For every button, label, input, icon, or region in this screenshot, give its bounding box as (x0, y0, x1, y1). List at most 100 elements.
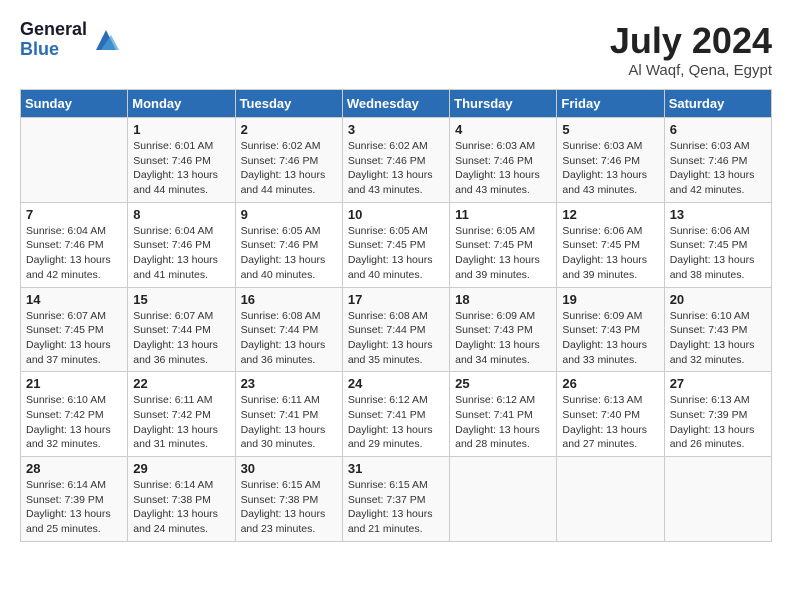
calendar-week-row: 28 Sunrise: 6:14 AM Sunset: 7:39 PM Dayl… (21, 457, 772, 542)
logo-icon (91, 25, 121, 55)
weekday-header: Tuesday (235, 90, 342, 118)
calendar-cell: 10 Sunrise: 6:05 AM Sunset: 7:45 PM Dayl… (342, 202, 449, 287)
day-info: Sunrise: 6:10 AM Sunset: 7:42 PM Dayligh… (26, 393, 122, 452)
logo: General Blue (20, 20, 121, 60)
calendar-cell: 20 Sunrise: 6:10 AM Sunset: 7:43 PM Dayl… (664, 287, 771, 372)
day-number: 16 (241, 292, 337, 307)
calendar-cell (557, 457, 664, 542)
day-info: Sunrise: 6:05 AM Sunset: 7:45 PM Dayligh… (348, 224, 444, 283)
day-number: 24 (348, 376, 444, 391)
day-info: Sunrise: 6:06 AM Sunset: 7:45 PM Dayligh… (562, 224, 658, 283)
day-info: Sunrise: 6:04 AM Sunset: 7:46 PM Dayligh… (26, 224, 122, 283)
day-info: Sunrise: 6:02 AM Sunset: 7:46 PM Dayligh… (241, 139, 337, 198)
day-number: 22 (133, 376, 229, 391)
day-number: 11 (455, 207, 551, 222)
calendar-cell: 19 Sunrise: 6:09 AM Sunset: 7:43 PM Dayl… (557, 287, 664, 372)
day-info: Sunrise: 6:07 AM Sunset: 7:44 PM Dayligh… (133, 309, 229, 368)
calendar-cell: 27 Sunrise: 6:13 AM Sunset: 7:39 PM Dayl… (664, 372, 771, 457)
day-number: 20 (670, 292, 766, 307)
page-header: General Blue July 2024 Al Waqf, Qena, Eg… (20, 20, 772, 79)
location: Al Waqf, Qena, Egypt (610, 62, 772, 79)
calendar-cell: 23 Sunrise: 6:11 AM Sunset: 7:41 PM Dayl… (235, 372, 342, 457)
day-info: Sunrise: 6:12 AM Sunset: 7:41 PM Dayligh… (348, 393, 444, 452)
calendar-cell: 21 Sunrise: 6:10 AM Sunset: 7:42 PM Dayl… (21, 372, 128, 457)
calendar-cell: 5 Sunrise: 6:03 AM Sunset: 7:46 PM Dayli… (557, 118, 664, 203)
day-number: 15 (133, 292, 229, 307)
title-section: July 2024 Al Waqf, Qena, Egypt (610, 20, 772, 79)
day-number: 4 (455, 122, 551, 137)
day-info: Sunrise: 6:11 AM Sunset: 7:42 PM Dayligh… (133, 393, 229, 452)
day-number: 10 (348, 207, 444, 222)
calendar-week-row: 7 Sunrise: 6:04 AM Sunset: 7:46 PM Dayli… (21, 202, 772, 287)
day-number: 1 (133, 122, 229, 137)
day-info: Sunrise: 6:02 AM Sunset: 7:46 PM Dayligh… (348, 139, 444, 198)
weekday-header: Monday (128, 90, 235, 118)
day-number: 23 (241, 376, 337, 391)
logo-blue: Blue (20, 40, 87, 60)
day-number: 17 (348, 292, 444, 307)
day-number: 2 (241, 122, 337, 137)
day-info: Sunrise: 6:05 AM Sunset: 7:46 PM Dayligh… (241, 224, 337, 283)
weekday-header: Friday (557, 90, 664, 118)
weekday-header: Thursday (450, 90, 557, 118)
day-number: 8 (133, 207, 229, 222)
day-number: 6 (670, 122, 766, 137)
weekday-header: Sunday (21, 90, 128, 118)
day-number: 18 (455, 292, 551, 307)
day-number: 27 (670, 376, 766, 391)
logo-text: General Blue (20, 20, 87, 60)
day-number: 13 (670, 207, 766, 222)
calendar-cell: 11 Sunrise: 6:05 AM Sunset: 7:45 PM Dayl… (450, 202, 557, 287)
calendar-cell: 16 Sunrise: 6:08 AM Sunset: 7:44 PM Dayl… (235, 287, 342, 372)
calendar-cell: 15 Sunrise: 6:07 AM Sunset: 7:44 PM Dayl… (128, 287, 235, 372)
calendar-cell: 9 Sunrise: 6:05 AM Sunset: 7:46 PM Dayli… (235, 202, 342, 287)
day-info: Sunrise: 6:15 AM Sunset: 7:37 PM Dayligh… (348, 478, 444, 537)
calendar-cell: 26 Sunrise: 6:13 AM Sunset: 7:40 PM Dayl… (557, 372, 664, 457)
day-number: 26 (562, 376, 658, 391)
day-info: Sunrise: 6:03 AM Sunset: 7:46 PM Dayligh… (455, 139, 551, 198)
day-info: Sunrise: 6:15 AM Sunset: 7:38 PM Dayligh… (241, 478, 337, 537)
calendar-cell: 24 Sunrise: 6:12 AM Sunset: 7:41 PM Dayl… (342, 372, 449, 457)
day-info: Sunrise: 6:13 AM Sunset: 7:40 PM Dayligh… (562, 393, 658, 452)
day-info: Sunrise: 6:07 AM Sunset: 7:45 PM Dayligh… (26, 309, 122, 368)
day-number: 28 (26, 461, 122, 476)
day-info: Sunrise: 6:10 AM Sunset: 7:43 PM Dayligh… (670, 309, 766, 368)
day-info: Sunrise: 6:14 AM Sunset: 7:39 PM Dayligh… (26, 478, 122, 537)
day-number: 12 (562, 207, 658, 222)
day-info: Sunrise: 6:09 AM Sunset: 7:43 PM Dayligh… (562, 309, 658, 368)
calendar-cell: 31 Sunrise: 6:15 AM Sunset: 7:37 PM Dayl… (342, 457, 449, 542)
day-number: 30 (241, 461, 337, 476)
calendar-cell: 25 Sunrise: 6:12 AM Sunset: 7:41 PM Dayl… (450, 372, 557, 457)
day-info: Sunrise: 6:03 AM Sunset: 7:46 PM Dayligh… (670, 139, 766, 198)
day-info: Sunrise: 6:12 AM Sunset: 7:41 PM Dayligh… (455, 393, 551, 452)
day-info: Sunrise: 6:11 AM Sunset: 7:41 PM Dayligh… (241, 393, 337, 452)
calendar-week-row: 14 Sunrise: 6:07 AM Sunset: 7:45 PM Dayl… (21, 287, 772, 372)
day-number: 5 (562, 122, 658, 137)
calendar-cell: 14 Sunrise: 6:07 AM Sunset: 7:45 PM Dayl… (21, 287, 128, 372)
calendar-cell: 29 Sunrise: 6:14 AM Sunset: 7:38 PM Dayl… (128, 457, 235, 542)
month-title: July 2024 (610, 20, 772, 62)
day-info: Sunrise: 6:08 AM Sunset: 7:44 PM Dayligh… (348, 309, 444, 368)
day-info: Sunrise: 6:04 AM Sunset: 7:46 PM Dayligh… (133, 224, 229, 283)
calendar-cell: 4 Sunrise: 6:03 AM Sunset: 7:46 PM Dayli… (450, 118, 557, 203)
calendar-cell: 8 Sunrise: 6:04 AM Sunset: 7:46 PM Dayli… (128, 202, 235, 287)
calendar-cell: 22 Sunrise: 6:11 AM Sunset: 7:42 PM Dayl… (128, 372, 235, 457)
day-info: Sunrise: 6:08 AM Sunset: 7:44 PM Dayligh… (241, 309, 337, 368)
calendar-week-row: 21 Sunrise: 6:10 AM Sunset: 7:42 PM Dayl… (21, 372, 772, 457)
logo-general: General (20, 20, 87, 40)
day-info: Sunrise: 6:14 AM Sunset: 7:38 PM Dayligh… (133, 478, 229, 537)
day-number: 19 (562, 292, 658, 307)
day-number: 14 (26, 292, 122, 307)
weekday-header: Saturday (664, 90, 771, 118)
day-info: Sunrise: 6:06 AM Sunset: 7:45 PM Dayligh… (670, 224, 766, 283)
day-number: 7 (26, 207, 122, 222)
calendar-cell: 17 Sunrise: 6:08 AM Sunset: 7:44 PM Dayl… (342, 287, 449, 372)
day-info: Sunrise: 6:05 AM Sunset: 7:45 PM Dayligh… (455, 224, 551, 283)
calendar-cell: 3 Sunrise: 6:02 AM Sunset: 7:46 PM Dayli… (342, 118, 449, 203)
calendar-cell (664, 457, 771, 542)
calendar-cell: 7 Sunrise: 6:04 AM Sunset: 7:46 PM Dayli… (21, 202, 128, 287)
day-number: 31 (348, 461, 444, 476)
day-number: 21 (26, 376, 122, 391)
calendar-cell: 2 Sunrise: 6:02 AM Sunset: 7:46 PM Dayli… (235, 118, 342, 203)
calendar-cell: 30 Sunrise: 6:15 AM Sunset: 7:38 PM Dayl… (235, 457, 342, 542)
